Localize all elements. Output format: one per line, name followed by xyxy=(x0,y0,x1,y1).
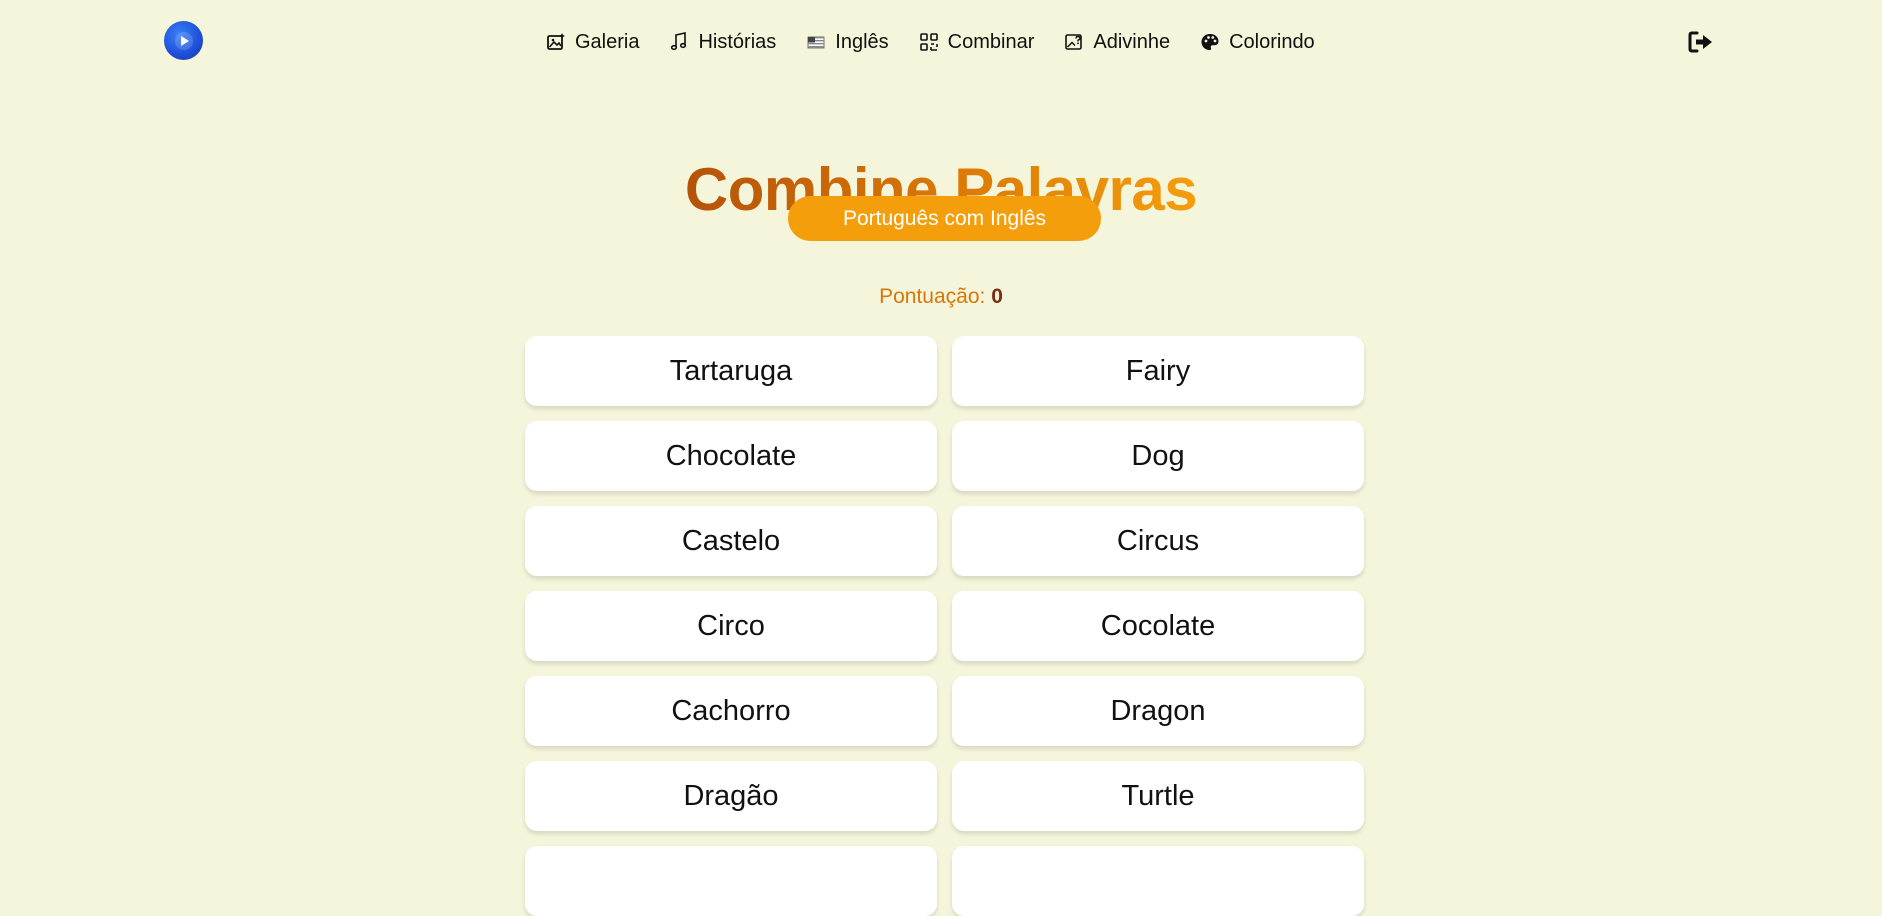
nav-item-colorindo[interactable]: Colorindo xyxy=(1200,31,1315,54)
image-icon xyxy=(547,33,565,50)
image-question-icon xyxy=(1065,34,1083,50)
play-icon xyxy=(174,31,193,50)
nav-item-ingles[interactable]: Inglês xyxy=(806,30,889,54)
us-flag-icon xyxy=(807,36,825,49)
word-card-english[interactable]: Turtle xyxy=(952,761,1364,831)
main-nav: Galeria Histórias Inglês Combinar Adivin… xyxy=(546,24,1315,60)
nav-item-label: Histórias xyxy=(698,30,777,53)
word-card-english[interactable]: Circus xyxy=(952,506,1364,576)
nav-item-label: Combinar xyxy=(947,30,1035,53)
music-note-icon xyxy=(671,32,687,51)
word-card-portuguese[interactable]: Dragão xyxy=(525,761,937,831)
word-card-english[interactable]: Fairy xyxy=(952,336,1364,406)
nav-item-historias[interactable]: Histórias xyxy=(669,31,776,54)
word-card-portuguese[interactable]: Cachorro xyxy=(525,676,937,746)
word-card-english[interactable] xyxy=(952,846,1364,916)
word-card-portuguese[interactable] xyxy=(525,846,937,916)
palette-icon xyxy=(1201,34,1219,50)
score-value: 0 xyxy=(991,285,1003,308)
nav-item-label: Galeria xyxy=(575,30,640,53)
nav-item-adivinhe[interactable]: Adivinhe xyxy=(1064,31,1170,54)
nav-item-label: Adivinhe xyxy=(1093,30,1171,53)
score-display: Pontuação: 0 xyxy=(0,285,1882,309)
top-navigation-bar: Galeria Histórias Inglês Combinar Adivin… xyxy=(0,0,1882,84)
score-label: Pontuação: xyxy=(879,285,986,308)
language-mode-button[interactable]: Português com Inglês xyxy=(788,196,1101,241)
word-card-portuguese[interactable]: Castelo xyxy=(525,506,937,576)
nav-item-label: Colorindo xyxy=(1229,30,1315,53)
word-card-grid: Tartaruga Fairy Chocolate Dog Castelo Ci… xyxy=(525,336,1365,916)
word-card-english[interactable]: Dragon xyxy=(952,676,1364,746)
nav-item-label: Inglês xyxy=(835,30,889,53)
logout-button[interactable] xyxy=(1688,30,1714,54)
word-card-portuguese[interactable]: Chocolate xyxy=(525,421,937,491)
word-card-english[interactable]: Dog xyxy=(952,421,1364,491)
qr-grid-icon xyxy=(919,33,938,51)
word-card-portuguese[interactable]: Circo xyxy=(525,591,937,661)
word-card-portuguese[interactable]: Tartaruga xyxy=(525,336,937,406)
word-card-english[interactable]: Cocolate xyxy=(952,591,1364,661)
nav-item-combinar[interactable]: Combinar xyxy=(919,30,1035,54)
nav-item-galeria[interactable]: Galeria xyxy=(546,31,639,54)
logout-icon xyxy=(1688,31,1712,53)
app-logo[interactable] xyxy=(164,21,203,60)
